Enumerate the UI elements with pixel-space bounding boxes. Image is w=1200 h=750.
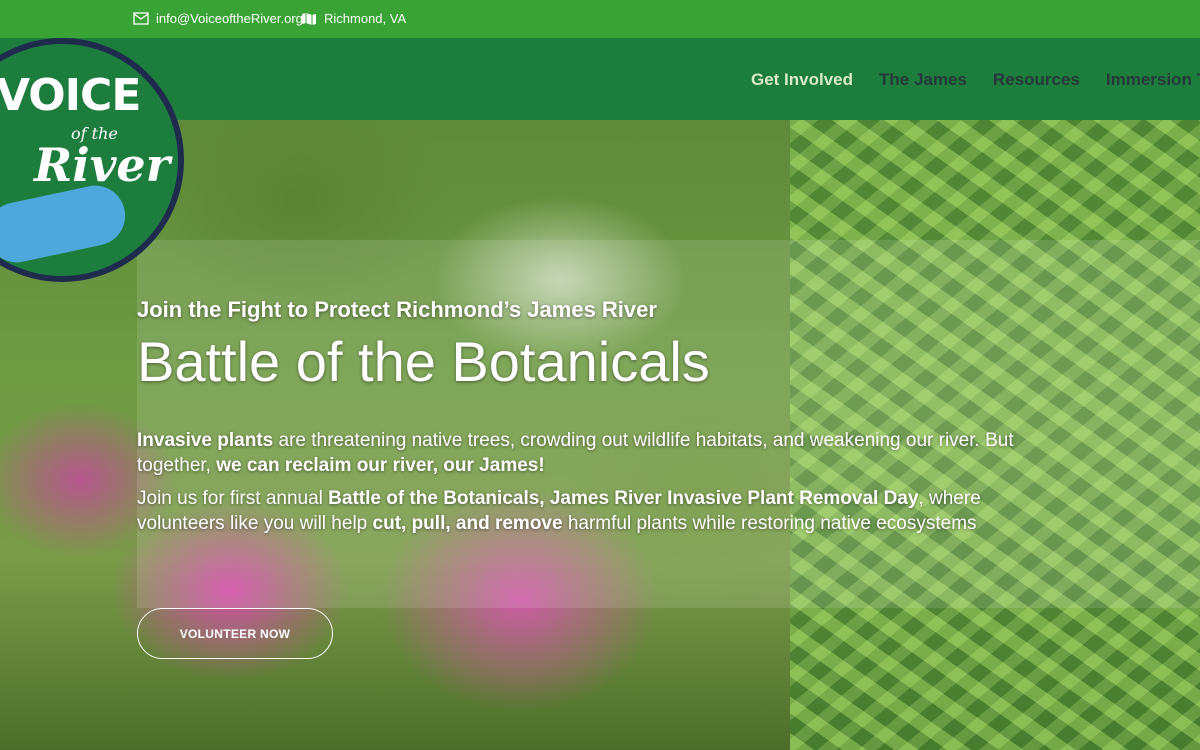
hero-kicker: Join the Fight to Protect Richmond’s Jam… <box>137 297 657 322</box>
envelope-icon <box>133 12 149 25</box>
logo-text-river: River <box>34 138 170 192</box>
nav-resources[interactable]: Resources <box>993 70 1080 90</box>
hero-paragraph-1: Invasive plants are threatening native t… <box>137 430 1014 476</box>
top-info-bar: info@VoiceoftheRiver.org Richmond, VA <box>0 0 1200 38</box>
river-shape <box>0 180 131 268</box>
email-text[interactable]: info@VoiceoftheRiver.org <box>156 11 303 26</box>
volunteer-now-button[interactable]: VOLUNTEER NOW <box>137 608 333 659</box>
main-nav: Get Involved The James Resources Immersi… <box>751 70 1200 90</box>
email-contact[interactable]: info@VoiceoftheRiver.org <box>133 11 303 26</box>
hero-section: Join the Fight to Protect Richmond’s Jam… <box>0 120 1200 750</box>
hero-content: Join the Fight to Protect Richmond’s Jam… <box>137 296 1017 536</box>
location-info: Richmond, VA <box>301 11 406 26</box>
hero-title: Battle of the Botanicals <box>137 330 710 393</box>
nav-the-james[interactable]: The James <box>879 70 967 90</box>
nav-get-involved[interactable]: Get Involved <box>751 70 853 90</box>
logo-text-voice: VOICE <box>0 70 141 121</box>
location-text: Richmond, VA <box>324 11 407 26</box>
map-icon <box>301 12 317 25</box>
main-navbar: Get Involved The James Resources Immersi… <box>0 38 1200 120</box>
hero-paragraph-2: Join us for first annual Battle of the B… <box>137 488 981 534</box>
nav-immersion[interactable]: Immersion T <box>1106 70 1200 90</box>
